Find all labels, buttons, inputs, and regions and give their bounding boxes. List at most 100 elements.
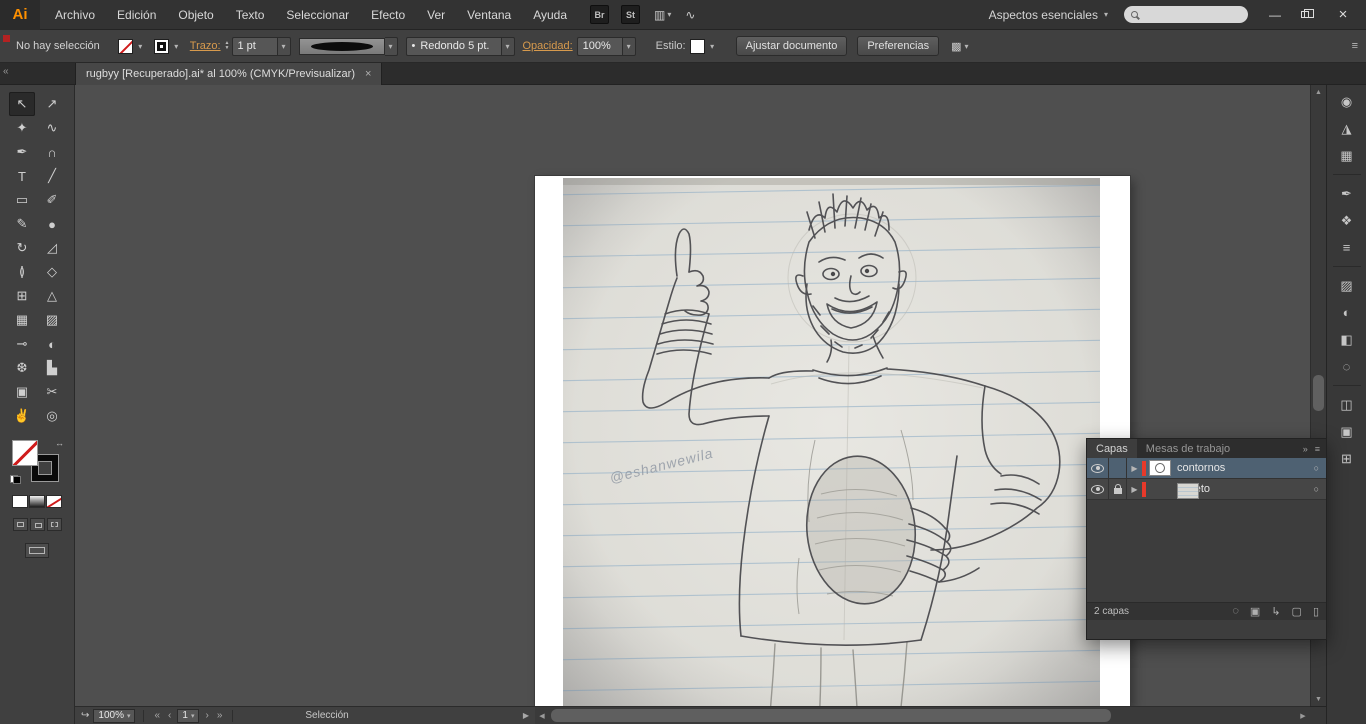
pencil-tool[interactable]: ✎ bbox=[9, 212, 35, 236]
opacity-link[interactable]: Opacidad: bbox=[523, 40, 573, 52]
style-dropdown-icon[interactable]: ▾ bbox=[707, 42, 718, 51]
stroke-link[interactable]: Trazo: bbox=[190, 40, 221, 52]
brush-definition-field[interactable]: • Redondo 5 pt. bbox=[405, 36, 502, 56]
rectangle-tool[interactable]: ▭ bbox=[9, 188, 35, 212]
draw-behind-button[interactable] bbox=[29, 518, 45, 531]
artboard-field[interactable]: 1 ▾ bbox=[177, 708, 200, 723]
mesh-tool[interactable]: ▦ bbox=[9, 308, 35, 332]
blend-tool[interactable]: ◐ bbox=[39, 332, 65, 356]
rotate-tool[interactable]: ↻ bbox=[9, 236, 35, 260]
new-sublayer-icon[interactable]: ↳ bbox=[1271, 605, 1280, 618]
stock-button[interactable]: St bbox=[621, 5, 641, 24]
visibility-toggle[interactable] bbox=[1087, 479, 1109, 499]
swatches-panel-icon[interactable]: ▦ bbox=[1332, 143, 1362, 168]
brush-definition-dropdown-icon[interactable]: ▾ bbox=[501, 36, 515, 56]
fit-document-button[interactable]: Ajustar documento bbox=[735, 36, 848, 56]
menu-archivo[interactable]: Archivo bbox=[44, 0, 106, 30]
screen-mode-button[interactable] bbox=[25, 543, 49, 558]
graphic-styles-panel-icon[interactable]: ◌ bbox=[1332, 354, 1362, 379]
symbol-sprayer-tool[interactable]: ❆ bbox=[9, 356, 35, 380]
restore-button[interactable] bbox=[1290, 0, 1320, 30]
perspective-grid-tool[interactable]: △ bbox=[39, 284, 65, 308]
transparency-panel-icon[interactable]: ◐ bbox=[1332, 300, 1362, 325]
app-logo[interactable]: Ai bbox=[0, 0, 40, 30]
scroll-up-icon[interactable]: ▲ bbox=[1311, 85, 1326, 99]
stroke-stepper[interactable]: ▲ ▼ bbox=[225, 41, 230, 51]
gradient-tool[interactable]: ▨ bbox=[39, 308, 65, 332]
default-colors-icon[interactable] bbox=[10, 475, 21, 484]
tab-capas[interactable]: Capas bbox=[1087, 439, 1137, 458]
cs-live-icon[interactable]: ∿ bbox=[685, 8, 695, 22]
shape-builder-tool[interactable]: ⊞ bbox=[9, 284, 35, 308]
draw-inside-button[interactable] bbox=[46, 518, 62, 531]
collapse-panel-icon[interactable]: » bbox=[1303, 444, 1308, 454]
lasso-tool[interactable]: ∿ bbox=[39, 116, 65, 140]
layers-panel-icon[interactable]: ◫ bbox=[1332, 392, 1362, 417]
horizontal-scrollbar[interactable]: ◀ ▶ bbox=[535, 706, 1310, 724]
menu-efecto[interactable]: Efecto bbox=[360, 0, 416, 30]
swap-fill-stroke-icon[interactable]: ↔ bbox=[55, 438, 64, 448]
line-segment-tool[interactable]: ╱ bbox=[39, 164, 65, 188]
make-clipping-mask-icon[interactable]: ▣ bbox=[1250, 605, 1260, 618]
tab-close-icon[interactable]: × bbox=[365, 68, 371, 80]
select-similar-button[interactable]: ▩ ▾ bbox=[951, 40, 968, 53]
lock-toggle[interactable] bbox=[1109, 479, 1127, 499]
status-expand-icon[interactable]: ▶ bbox=[523, 711, 529, 720]
artboard[interactable]: @eshanwewila bbox=[535, 176, 1130, 706]
menu-seleccionar[interactable]: Seleccionar bbox=[275, 0, 360, 30]
opacity-dropdown-icon[interactable]: ▾ bbox=[622, 36, 636, 56]
artboards-panel-icon[interactable]: ▣ bbox=[1332, 419, 1362, 444]
tab-mesas-de-trabajo[interactable]: Mesas de trabajo bbox=[1137, 439, 1239, 458]
zoom-field[interactable]: 100% ▾ bbox=[93, 708, 136, 723]
menu-texto[interactable]: Texto bbox=[225, 0, 276, 30]
prev-artboard-button[interactable]: ‹ bbox=[166, 710, 173, 721]
color-panel-icon[interactable]: ◉ bbox=[1332, 89, 1362, 114]
menu-edicion[interactable]: Edición bbox=[106, 0, 167, 30]
gradient-button[interactable] bbox=[29, 495, 45, 508]
search-input[interactable] bbox=[1143, 8, 1231, 21]
layer-row-contornos[interactable]: ▶ contornos ○ bbox=[1087, 458, 1326, 479]
stroke-swatch[interactable] bbox=[153, 38, 169, 54]
preferences-button[interactable]: Preferencias bbox=[857, 36, 940, 56]
panel-flyout-menu-icon[interactable]: ≡ bbox=[1315, 444, 1320, 454]
hand-tool[interactable]: ✌ bbox=[9, 404, 35, 428]
slice-tool[interactable]: ✂ bbox=[39, 380, 65, 404]
menu-objeto[interactable]: Objeto bbox=[167, 0, 224, 30]
artboard-dropdown-icon[interactable]: ▾ bbox=[191, 712, 195, 720]
brushes-panel-icon[interactable]: ✒ bbox=[1332, 181, 1362, 206]
asset-export-panel-icon[interactable]: ⊞ bbox=[1332, 446, 1362, 471]
next-artboard-button[interactable]: › bbox=[203, 710, 210, 721]
appearance-panel-icon[interactable]: ◧ bbox=[1332, 327, 1362, 352]
stroke-width-dropdown-icon[interactable]: ▾ bbox=[277, 36, 291, 56]
fill-color-swatch[interactable] bbox=[12, 440, 38, 466]
menu-ventana[interactable]: Ventana bbox=[456, 0, 522, 30]
target-circle-icon[interactable]: ○ bbox=[1314, 484, 1319, 494]
arrange-documents-button[interactable]: ▥ ▾ bbox=[654, 8, 671, 22]
status-launch-icon[interactable]: ↪ bbox=[81, 710, 89, 721]
last-artboard-button[interactable]: » bbox=[215, 710, 225, 721]
brush-dropdown-icon[interactable]: ▾ bbox=[384, 36, 398, 56]
fill-swatch[interactable] bbox=[117, 38, 133, 54]
stroke-dropdown-icon[interactable]: ▾ bbox=[171, 42, 182, 51]
search-box[interactable] bbox=[1124, 6, 1248, 23]
opacity-field[interactable]: 100% bbox=[576, 36, 623, 56]
selection-tool[interactable]: ↖ bbox=[9, 92, 35, 116]
bridge-button[interactable]: Br bbox=[590, 5, 610, 24]
zoom-tool[interactable]: ◎ bbox=[39, 404, 65, 428]
vertical-scroll-thumb[interactable] bbox=[1313, 375, 1324, 411]
document-tab[interactable]: rugbyy [Recuperado].ai* al 100% (CMYK/Pr… bbox=[75, 63, 383, 85]
lock-toggle[interactable] bbox=[1109, 458, 1127, 478]
color-guide-panel-icon[interactable]: ◮ bbox=[1332, 116, 1362, 141]
direct-selection-tool[interactable]: ↗ bbox=[39, 92, 65, 116]
none-button[interactable] bbox=[46, 495, 62, 508]
magic-wand-tool[interactable]: ✦ bbox=[9, 116, 35, 140]
disclosure-triangle-icon[interactable]: ▶ bbox=[1127, 485, 1142, 494]
column-graph-tool[interactable]: ▙ bbox=[39, 356, 65, 380]
type-tool[interactable]: T bbox=[9, 164, 35, 188]
control-panel-menu[interactable]: ≡ bbox=[1352, 40, 1358, 52]
close-button[interactable]: × bbox=[1320, 0, 1366, 30]
brush-preview[interactable] bbox=[298, 37, 385, 55]
zoom-dropdown-icon[interactable]: ▾ bbox=[127, 712, 131, 720]
free-transform-tool[interactable]: ◇ bbox=[39, 260, 65, 284]
blob-brush-tool[interactable]: ● bbox=[39, 212, 65, 236]
